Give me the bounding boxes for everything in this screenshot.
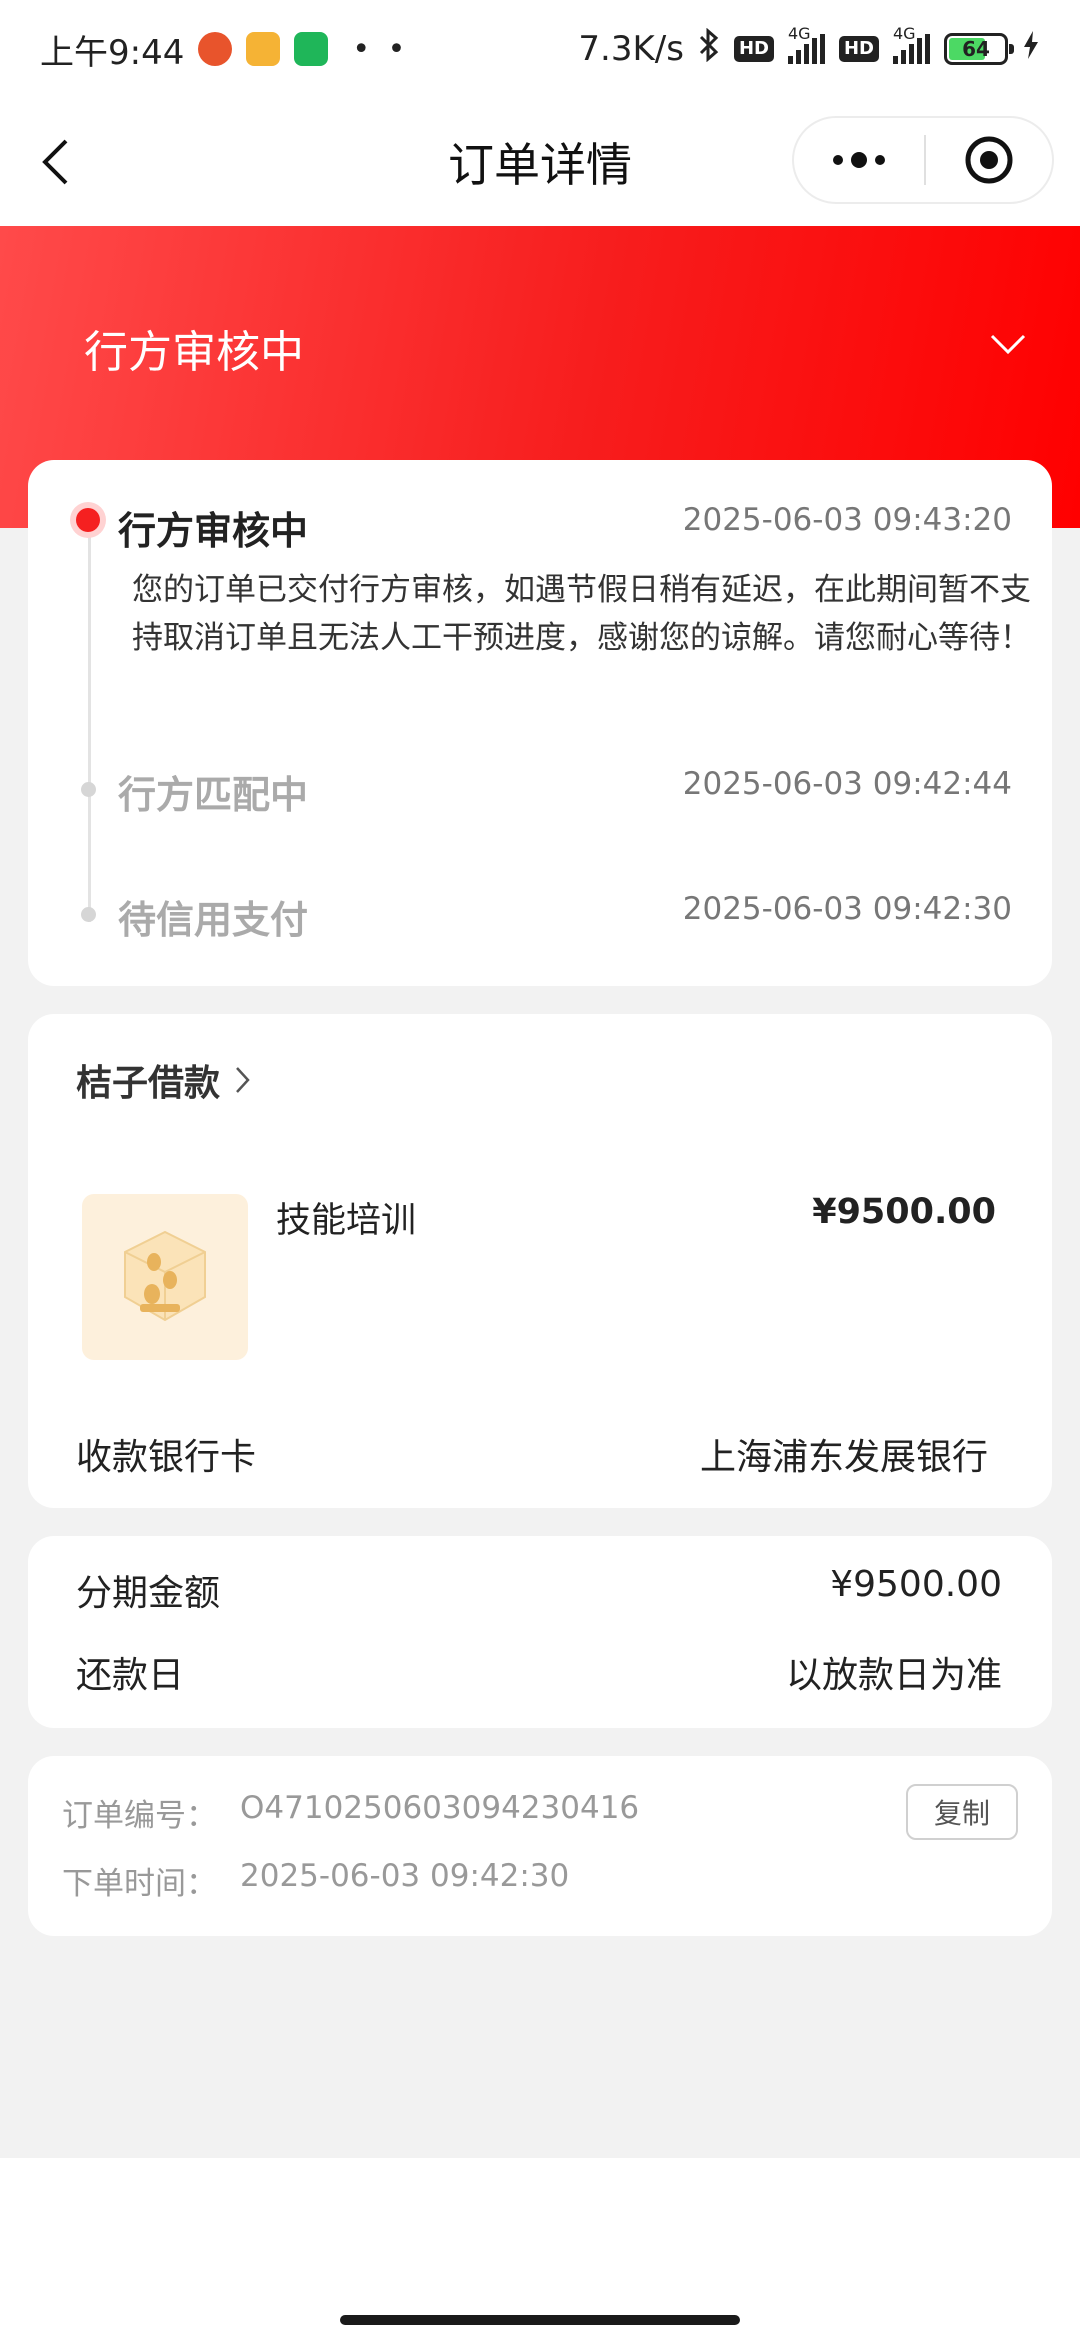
home-indicator[interactable] [340, 2315, 740, 2325]
page-title: 订单详情 [448, 138, 632, 192]
timeline-item-time: 2025-06-03 09:43:20 [682, 502, 1012, 538]
product-card: 桔子借款 技能培训 ¥9500.00 收款银行卡 上海浦东发展银行 [28, 1014, 1052, 1508]
merchant-link[interactable]: 桔子借款 [76, 1054, 252, 1106]
product-name: 技能培训 [276, 1201, 417, 1241]
back-arrow-icon [42, 139, 68, 185]
more-dots-icon [833, 152, 885, 168]
chevron-right-icon [236, 1067, 250, 1093]
product-price: ¥9500.00 [812, 1192, 996, 1232]
notes-app-icon [246, 32, 281, 66]
screen: 上午9:44 • • 7.3K/s HD 4G HD 4G 64 订单详情 行方… [0, 0, 1080, 2340]
hd-icon-2: HD [838, 36, 879, 62]
order-time-label: 下单时间： [62, 1866, 217, 1902]
repayment-day-label: 还款日 [76, 1655, 185, 1696]
timeline-item-title: 行方审核中 [118, 509, 309, 553]
repayment-day-value: 以放款日为准 [785, 1655, 1002, 1696]
back-button[interactable] [40, 132, 90, 192]
lantern-app-icon [198, 32, 233, 66]
clock: 上午9:44 [40, 32, 185, 73]
timeline-line [88, 522, 91, 922]
target-close-icon [965, 136, 1013, 184]
phone-app-icon [294, 32, 329, 66]
timeline-item-time: 2025-06-03 09:42:44 [682, 766, 1012, 802]
timeline-item-time: 2025-06-03 09:42:30 [682, 891, 1012, 927]
battery-level: 64 [962, 37, 990, 61]
more-notifications-icon: • • [352, 31, 410, 67]
installment-card: 分期金额 ¥9500.00 还款日 以放款日为准 [28, 1536, 1052, 1728]
timeline-active-dot [70, 502, 106, 538]
title-bar: 订单详情 [0, 98, 1080, 226]
bluetooth-icon [698, 27, 720, 71]
bank-card-value: 上海浦东发展银行 [699, 1437, 988, 1478]
timeline-item-title: 行方匹配中 [118, 773, 309, 817]
status-bar-left: 上午9:44 • • [40, 25, 409, 74]
signal-icon-2: 4G [893, 24, 930, 64]
coin-cube-icon [124, 1230, 206, 1322]
installment-amount-label: 分期金额 [76, 1573, 221, 1614]
merchant-name: 桔子借款 [76, 1063, 221, 1104]
more-button[interactable] [794, 118, 924, 202]
charging-icon [1022, 29, 1040, 69]
status-banner-title: 行方审核中 [84, 327, 304, 378]
copy-order-number-button[interactable]: 复制 [906, 1784, 1018, 1840]
battery-icon: 64 [944, 33, 1014, 65]
mini-program-capsule [792, 116, 1054, 204]
installment-amount-value: ¥9500.00 [830, 1564, 1002, 1605]
expand-chevron-icon[interactable] [986, 322, 1030, 366]
close-mini-program-button[interactable] [926, 118, 1052, 202]
timeline-item-description: 您的订单已交付行方审核，如遇节假日稍有延迟，在此期间暂不支持取消订单且无法人工干… [132, 572, 1031, 656]
hd-icon: HD [733, 36, 774, 62]
timeline-item-title: 待信用支付 [118, 898, 309, 942]
timeline-dot [81, 782, 96, 797]
timeline-dot [81, 907, 96, 922]
progress-timeline-card: 行方审核中 2025-06-03 09:43:20 您的订单已交付行方审核，如遇… [28, 460, 1052, 986]
order-time-value: 2025-06-03 09:42:30 [240, 1858, 570, 1894]
signal-icon: 4G [787, 24, 825, 64]
bank-card-label: 收款银行卡 [76, 1437, 257, 1478]
network-speed: 7.3K/s [578, 29, 684, 69]
product-image [82, 1194, 248, 1360]
order-info-card: 订单编号： O4710250603094230416 复制 下单时间： 2025… [28, 1756, 1052, 1936]
order-number-label: 订单编号： [62, 1798, 217, 1834]
status-bar: 上午9:44 • • 7.3K/s HD 4G HD 4G 64 [0, 0, 1080, 98]
order-number-value: O4710250603094230416 [240, 1790, 640, 1826]
status-bar-right: 7.3K/s HD 4G HD 4G 64 [578, 24, 1040, 71]
bottom-area [0, 2158, 1080, 2340]
